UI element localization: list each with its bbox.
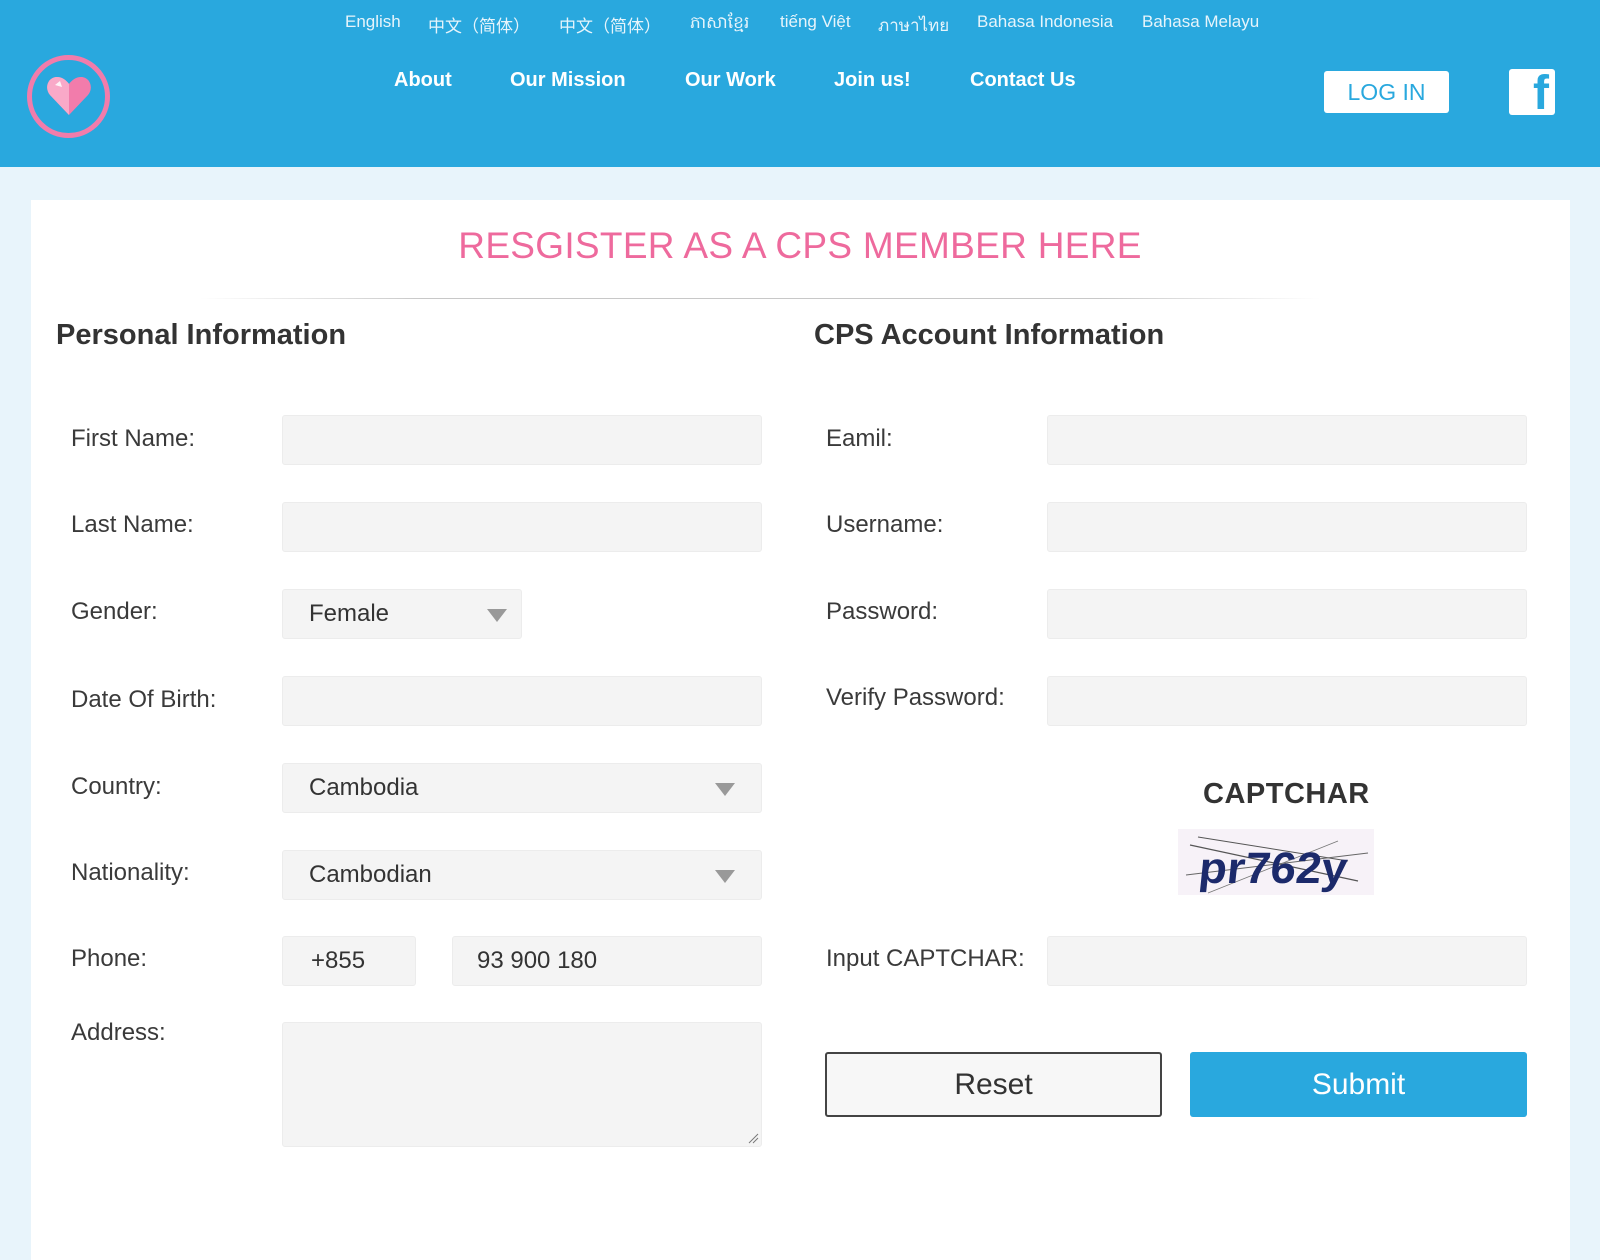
verify-password-label: Verify Password: — [826, 684, 1005, 711]
chevron-down-icon — [487, 609, 507, 622]
nav-about[interactable]: About — [394, 69, 452, 92]
personal-info-heading: Personal Information — [56, 319, 347, 351]
first-name-input[interactable] — [282, 415, 762, 465]
email-label: Eamil: — [826, 425, 893, 452]
site-header: English 中文（简体） 中文（简体） ភាសាខ្មែរ tiếng Vi… — [0, 0, 1600, 167]
login-button[interactable]: LOG IN — [1324, 71, 1449, 113]
country-label: Country: — [71, 773, 162, 800]
dob-input[interactable] — [282, 676, 762, 726]
email-input[interactable] — [1047, 415, 1527, 465]
password-label: Password: — [826, 598, 939, 625]
dob-label: Date Of Birth: — [71, 686, 217, 713]
captcha-text: pr762y — [1197, 844, 1351, 893]
gender-label: Gender: — [71, 598, 158, 625]
page-title: RESGISTER AS A CPS MEMBER HERE — [458, 225, 1142, 266]
nationality-selected-value: Cambodian — [309, 861, 432, 888]
captcha-heading: CAPTCHAR — [1203, 778, 1370, 810]
nav-contact-us[interactable]: Contact Us — [970, 69, 1076, 92]
facebook-glyph: f — [1533, 69, 1549, 115]
gender-select[interactable]: Female — [282, 589, 522, 639]
language-malay-link[interactable]: Bahasa Melayu — [1142, 12, 1259, 32]
language-chinese-simplified-link[interactable]: 中文（简体） — [428, 12, 530, 37]
chevron-down-icon — [715, 870, 735, 883]
country-select[interactable]: Cambodia — [282, 763, 762, 813]
resize-grip-icon[interactable] — [747, 1132, 759, 1144]
country-selected-value: Cambodia — [309, 774, 419, 801]
site-logo[interactable] — [27, 55, 110, 138]
nationality-label: Nationality: — [71, 859, 190, 886]
language-chinese-link[interactable]: 中文（简体） — [559, 12, 661, 37]
chevron-down-icon — [715, 783, 735, 796]
nav-our-work[interactable]: Our Work — [685, 69, 776, 92]
phone-label: Phone: — [71, 945, 148, 972]
phone-number-input[interactable] — [452, 936, 762, 986]
language-bar: English 中文（简体） 中文（简体） ភាសាខ្មែរ tiếng Vi… — [0, 12, 1600, 36]
username-input[interactable] — [1047, 502, 1527, 552]
heart-icon — [47, 77, 91, 115]
facebook-icon[interactable]: f — [1509, 69, 1555, 115]
account-info-heading: CPS Account Information — [814, 319, 1165, 351]
gender-selected-value: Female — [309, 600, 390, 627]
nationality-select[interactable]: Cambodian — [282, 850, 762, 900]
verify-password-input[interactable] — [1047, 676, 1527, 726]
first-name-label: First Name: — [71, 425, 196, 452]
title-divider — [200, 298, 1320, 299]
captcha-input[interactable] — [1047, 936, 1527, 986]
language-vietnamese-link[interactable]: tiếng Việt — [780, 12, 851, 32]
language-thai-link[interactable]: ภาษาไทย — [878, 12, 949, 39]
last-name-input[interactable] — [282, 502, 762, 552]
address-label: Address: — [71, 1019, 166, 1046]
phone-country-code-input[interactable] — [282, 936, 416, 986]
reset-button[interactable]: Reset — [825, 1052, 1162, 1117]
captcha-input-label: Input CAPTCHAR: — [826, 945, 1025, 972]
last-name-label: Last Name: — [71, 511, 194, 538]
captcha-image: pr762y — [1178, 829, 1374, 895]
language-khmer-link[interactable]: ភាសាខ្មែរ — [690, 12, 749, 37]
username-label: Username: — [826, 511, 944, 538]
nav-our-mission[interactable]: Our Mission — [510, 69, 626, 92]
password-input[interactable] — [1047, 589, 1527, 639]
nav-join-us[interactable]: Join us! — [834, 69, 911, 92]
submit-button[interactable]: Submit — [1190, 1052, 1527, 1117]
address-textarea[interactable] — [282, 1022, 762, 1147]
language-indonesian-link[interactable]: Bahasa Indonesia — [977, 12, 1113, 32]
language-english-link[interactable]: English — [345, 12, 401, 32]
